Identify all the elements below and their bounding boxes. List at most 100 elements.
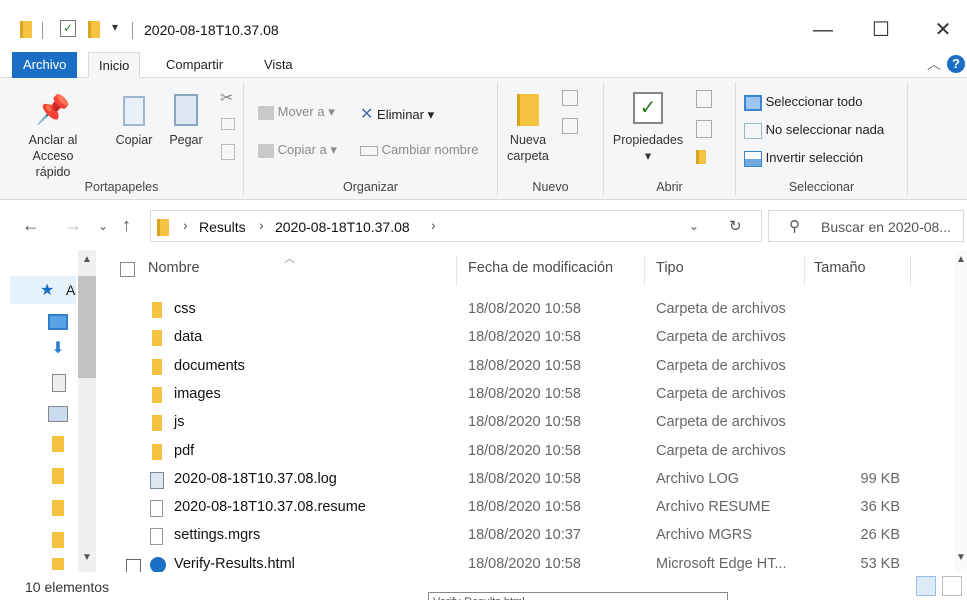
row-checkbox[interactable]	[126, 559, 141, 572]
file-type: Carpeta de archivos	[656, 386, 786, 402]
file-date: 18/08/2020 10:58	[468, 358, 581, 374]
delete-button[interactable]: ✕ Eliminar ▾	[360, 104, 434, 124]
large-icons-view-icon[interactable]	[942, 576, 962, 596]
new-folder-button[interactable]: Nueva carpeta	[498, 88, 558, 164]
file-name: 2020-08-18T10.37.08.resume	[174, 499, 366, 515]
properties-button[interactable]: ✓ Propiedades ▾	[606, 88, 690, 164]
breadcrumb-separator-icon[interactable]: ›	[183, 217, 188, 233]
folder-icon[interactable]	[52, 500, 64, 516]
scroll-up-icon[interactable]: ▲	[82, 254, 92, 265]
copy-path-icon[interactable]	[221, 118, 235, 130]
maximize-button[interactable]: ☐	[866, 17, 896, 43]
help-icon[interactable]: ?	[947, 55, 965, 73]
file-row[interactable]: documents 18/08/2020 10:58 Carpeta de arch…	[112, 353, 912, 381]
paste-button[interactable]: Pegar	[160, 88, 212, 148]
breadcrumb-results[interactable]: Results	[199, 219, 246, 235]
folder-icon	[20, 21, 32, 38]
select-none-button[interactable]: No seleccionar nada	[744, 122, 884, 139]
address-dropdown-chevron-icon[interactable]: ⌄	[689, 219, 699, 233]
select-all-button[interactable]: Seleccionar todo	[744, 94, 862, 111]
column-header-name[interactable]: Nombre	[148, 260, 200, 276]
nav-scrollbar[interactable]: ▲ ▼	[78, 250, 96, 572]
column-header-size[interactable]: Tamaño	[814, 260, 866, 276]
downloads-icon[interactable]: ⬇	[48, 341, 68, 358]
file-row[interactable]: data 18/08/2020 10:58 Carpeta de archivos	[112, 324, 912, 352]
close-button[interactable]: ✕	[928, 17, 958, 43]
column-divider[interactable]	[910, 256, 911, 286]
up-arrow-icon[interactable]: ↑	[122, 215, 131, 236]
recent-locations-chevron-icon[interactable]: ⌄	[98, 219, 108, 233]
scroll-down-icon[interactable]: ▼	[82, 552, 92, 563]
edit-icon[interactable]	[696, 120, 712, 138]
scrollbar-thumb[interactable]	[78, 276, 96, 378]
details-view-icon[interactable]	[916, 576, 936, 596]
invert-selection-icon	[744, 150, 762, 167]
desktop-icon[interactable]	[48, 314, 68, 330]
search-icon: ⚲	[789, 218, 800, 235]
tab-inicio[interactable]: Inicio	[88, 52, 141, 79]
column-header-type[interactable]: Tipo	[656, 260, 684, 276]
new-folder-quick-icon[interactable]	[88, 21, 100, 38]
tab-archivo[interactable]: Archivo	[12, 52, 78, 78]
folder-icon[interactable]	[52, 468, 64, 484]
pin-button[interactable]: 📌 Anclar al Acceso rápido	[14, 88, 92, 180]
properties-checkbox-icon[interactable]: ✓	[60, 20, 76, 37]
address-bar[interactable]: › Results › 2020-08-18T10.37.08 › ⌄ ↻	[150, 210, 762, 242]
breadcrumb-current[interactable]: 2020-08-18T10.37.08	[275, 219, 410, 235]
easy-access-icon[interactable]	[562, 118, 578, 134]
pin-label: Anclar al	[28, 133, 78, 147]
column-divider[interactable]	[804, 256, 805, 286]
file-row[interactable]: settings.mgrs 18/08/2020 10:37 Archivo MGR…	[112, 522, 912, 550]
file-date: 18/08/2020 10:58	[468, 414, 581, 430]
scroll-up-icon[interactable]: ▲	[956, 254, 966, 265]
documents-icon[interactable]	[52, 374, 66, 392]
column-header-date[interactable]: Fecha de modificación	[468, 260, 613, 276]
file-row[interactable]: images 18/08/2020 10:58 Carpeta de archivo…	[112, 381, 912, 409]
select-all-label: Seleccionar todo	[765, 94, 863, 109]
chevron-down-icon[interactable]: ▾	[112, 20, 118, 34]
tab-vista[interactable]: Vista	[254, 52, 303, 78]
pictures-icon[interactable]	[48, 406, 68, 422]
paste-shortcut-icon[interactable]	[221, 144, 235, 160]
file-row[interactable]: 2020-08-18T10.37.08.log 18/08/2020 10:58 A…	[112, 466, 912, 494]
file-row[interactable]: js 18/08/2020 10:58 Carpeta de archivos	[112, 409, 912, 437]
move-icon	[258, 105, 274, 120]
move-to-button[interactable]: Mover a ▾	[258, 104, 335, 120]
column-divider[interactable]	[644, 256, 645, 286]
quick-access-item[interactable]: ★ A	[10, 276, 76, 304]
file-row[interactable]: css 18/08/2020 10:58 Carpeta de archivos	[112, 296, 912, 324]
history-icon[interactable]	[696, 150, 712, 168]
select-all-checkbox[interactable]	[120, 262, 135, 277]
file-row[interactable]: Verify-Results.html 18/08/2020 10:58 Micro…	[112, 551, 912, 572]
refresh-icon[interactable]: ↻	[729, 217, 742, 235]
file-row[interactable]: pdf 18/08/2020 10:58 Carpeta de archivos	[112, 438, 912, 466]
ribbon-tabs: Archivo Inicio Compartir Vista ︿ ?	[0, 52, 967, 79]
chevron-up-icon[interactable]: ︿	[927, 54, 941, 74]
tab-compartir[interactable]: Compartir	[156, 52, 233, 78]
cut-icon[interactable]: ✂	[220, 88, 233, 108]
search-input[interactable]: ⚲ Buscar en 2020-08...	[768, 210, 964, 242]
list-scrollbar[interactable]: ▲ ▼	[955, 250, 967, 572]
minimize-button[interactable]: —	[808, 17, 838, 43]
forward-arrow-icon[interactable]: →	[64, 215, 82, 236]
column-divider[interactable]	[456, 256, 457, 286]
invert-selection-button[interactable]: Invertir selección	[744, 150, 863, 167]
folder-icon[interactable]	[52, 436, 64, 452]
back-arrow-icon[interactable]: ←	[22, 215, 40, 236]
copy-to-button[interactable]: Copiar a ▾	[258, 142, 337, 158]
breadcrumb-separator-icon[interactable]: ›	[259, 217, 264, 233]
file-icon	[150, 528, 163, 545]
folder-icon[interactable]	[52, 558, 64, 570]
new-item-icon[interactable]	[562, 90, 578, 106]
group-label: Organizar	[343, 180, 398, 194]
breadcrumb-separator-icon[interactable]: ›	[431, 217, 436, 233]
folder-icon[interactable]	[52, 532, 64, 548]
file-type: Microsoft Edge HT...	[656, 556, 787, 572]
scroll-down-icon[interactable]: ▼	[956, 552, 966, 563]
file-row[interactable]: 2020-08-18T10.37.08.resume 18/08/2020 10:…	[112, 494, 912, 522]
open-icon[interactable]	[696, 90, 712, 108]
copy-button[interactable]: Copiar	[108, 88, 160, 148]
separator	[42, 22, 43, 39]
rename-button[interactable]: Cambiar nombre	[360, 142, 478, 157]
file-name: settings.mgrs	[174, 527, 261, 543]
